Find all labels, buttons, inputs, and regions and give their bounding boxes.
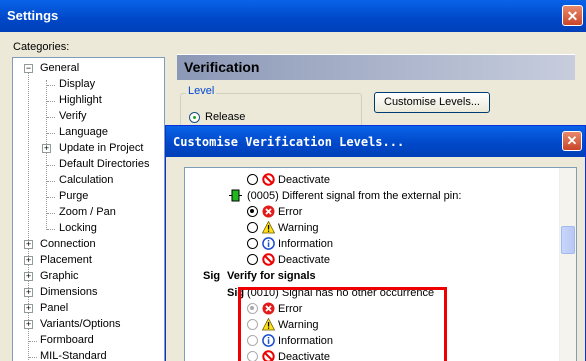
option-radio[interactable] [247, 254, 258, 265]
vertical-scrollbar[interactable] [559, 168, 576, 361]
highlight-box [238, 287, 447, 361]
level-legend: Level [186, 85, 217, 97]
warning-icon [262, 221, 275, 234]
window-title: Settings [7, 8, 59, 23]
tree-connector [47, 197, 55, 198]
scrollbar-thumb[interactable] [561, 226, 575, 254]
tree-connector [47, 181, 55, 182]
release-label: Release [205, 111, 246, 123]
tree-item-mil-standard[interactable]: MIL-Standard [40, 349, 107, 361]
tree-connector [47, 101, 55, 102]
section-verify-for-signals: Sig Verify for signals [203, 268, 316, 284]
tree-item-purge[interactable]: Purge [59, 189, 88, 204]
option-label: Deactivate [278, 174, 330, 186]
tree-root-line [28, 64, 29, 361]
verification-levels-list[interactable]: Deactivate (0005) Different signal from … [184, 167, 577, 361]
tree-item-locking[interactable]: Locking [59, 221, 97, 236]
tree-item-label: Panel [40, 302, 69, 314]
deactivate-icon [262, 253, 275, 266]
tree-connector [47, 229, 55, 230]
dialog-title: Customise Verification Levels... [173, 135, 405, 149]
tree-connector [29, 341, 37, 342]
settings-title-bar: Settings ✕ [0, 0, 586, 32]
tree-connector [47, 165, 55, 166]
tree-connector [29, 357, 37, 358]
verification-heading-bar: Verification [177, 54, 575, 80]
tree-item-label: Dimensions [40, 286, 98, 298]
tree-item-verify[interactable]: Verify [59, 109, 87, 124]
tree-connector [47, 117, 55, 118]
tree-item-zoom-pan[interactable]: Zoom / Pan [59, 205, 116, 220]
categories-tree[interactable]: − General Display Highlight Verify Langu… [12, 57, 165, 361]
expand-icon[interactable]: + [24, 288, 33, 297]
tree-item-highlight[interactable]: Highlight [59, 93, 102, 108]
customise-levels-dialog: Customise Verification Levels... ✕ Deact… [165, 125, 586, 361]
option-label: Error [278, 206, 303, 218]
tree-item-label: General [40, 62, 80, 74]
tree-item-label: Placement [40, 254, 92, 266]
option-label: Information [278, 238, 334, 250]
expand-icon[interactable]: + [24, 304, 33, 313]
tree-item-label: Connection [40, 238, 96, 250]
collapse-icon[interactable]: − [24, 64, 33, 73]
option-label: Deactivate [278, 254, 330, 266]
option-label: Warning [278, 222, 319, 234]
error-icon [262, 205, 275, 218]
dialog-close-button[interactable]: ✕ [562, 131, 582, 151]
verification-heading: Verification [184, 59, 260, 75]
green-pin-icon [229, 189, 242, 202]
tree-connector [47, 133, 55, 134]
expand-icon[interactable]: + [24, 320, 33, 329]
expand-icon[interactable]: + [24, 240, 33, 249]
tree-item-label: Variants/Options [40, 318, 121, 330]
tree-item-default-directories[interactable]: Default Directories [59, 157, 149, 172]
information-icon [262, 237, 275, 250]
deactivate-icon [262, 173, 275, 186]
dialog-title-bar: Customise Verification Levels... ✕ [166, 126, 585, 157]
window-close-button[interactable]: ✕ [562, 5, 583, 26]
option-radio[interactable] [247, 206, 258, 217]
option-radio[interactable] [247, 222, 258, 233]
tree-item-label: Update in Project [59, 142, 144, 154]
signal-tag: Sig [203, 270, 221, 282]
tree-connector [47, 213, 55, 214]
tree-general-line [46, 80, 47, 230]
tree-item-language[interactable]: Language [59, 125, 108, 140]
release-radio[interactable] [189, 112, 200, 123]
section-label: Verify for signals [227, 270, 316, 282]
check-label: (0005) Different signal from the externa… [247, 190, 462, 202]
option-radio[interactable] [247, 174, 258, 185]
expand-icon[interactable]: + [24, 256, 33, 265]
expand-icon[interactable]: + [42, 144, 51, 153]
tree-item-display[interactable]: Display [59, 77, 95, 92]
option-radio[interactable] [247, 238, 258, 249]
tree-connector [47, 85, 55, 86]
tree-item-calculation[interactable]: Calculation [59, 173, 113, 188]
tree-item-formboard[interactable]: Formboard [40, 333, 94, 348]
customise-levels-button[interactable]: Customise Levels... [374, 92, 490, 113]
categories-label: Categories: [13, 41, 70, 53]
expand-icon[interactable]: + [24, 272, 33, 281]
tree-item-label: Graphic [40, 270, 79, 282]
